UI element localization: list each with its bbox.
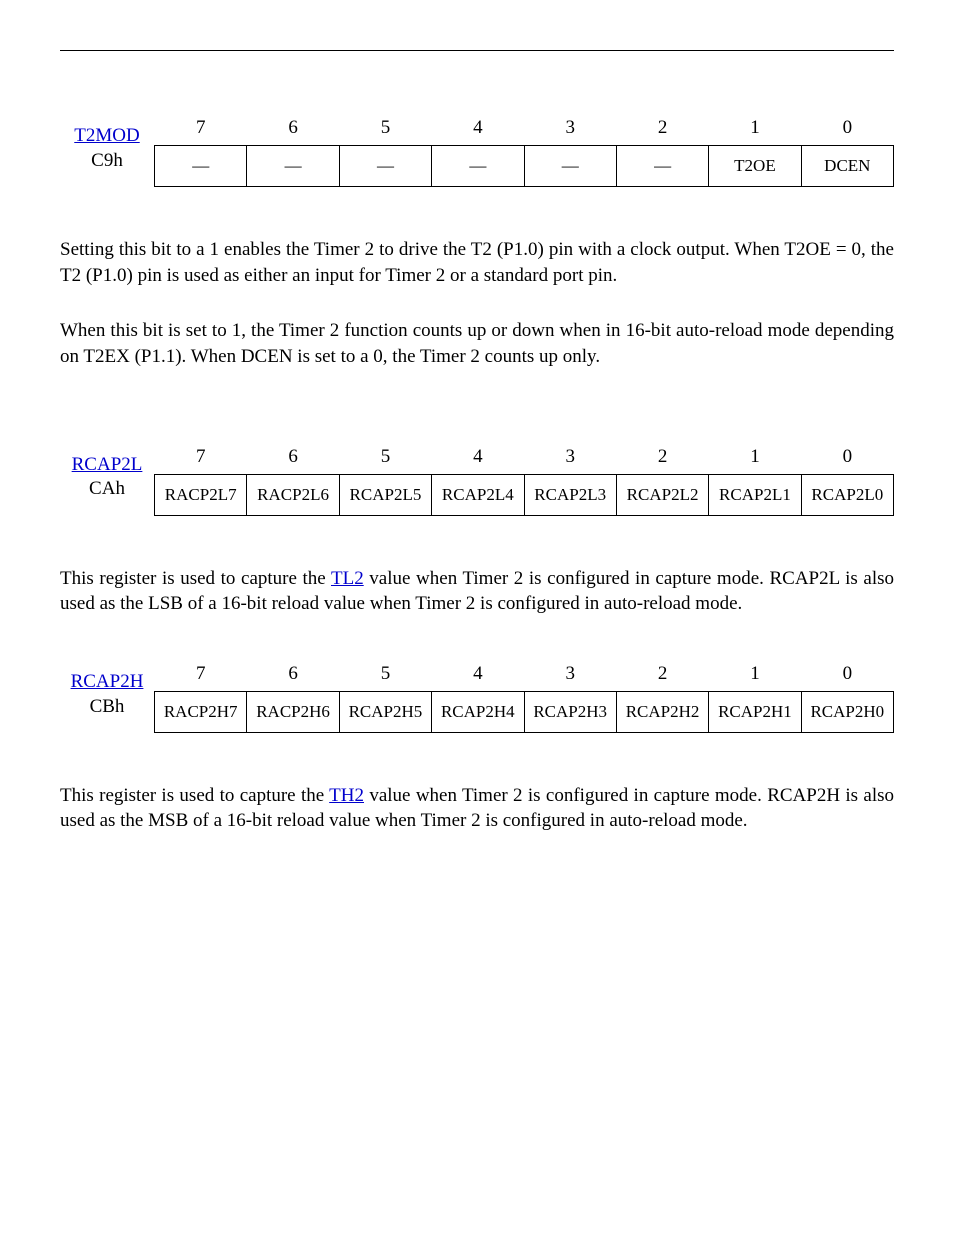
top-rule bbox=[60, 50, 894, 51]
bit-number: 3 bbox=[524, 657, 616, 692]
bit-cell: — bbox=[155, 146, 247, 187]
bit-number: 3 bbox=[524, 440, 616, 475]
register-table-t2mod: T2MOD C9h 7 6 5 4 3 2 1 0 — — — — — — T2… bbox=[60, 111, 894, 187]
bit-cell: RCAP2L4 bbox=[432, 474, 524, 515]
link-th2[interactable]: TH2 bbox=[329, 785, 364, 806]
bit-number: 3 bbox=[524, 111, 616, 146]
link-tl2[interactable]: TL2 bbox=[331, 568, 364, 589]
bit-cell: RACP2H7 bbox=[155, 691, 247, 732]
bit-number: 6 bbox=[247, 657, 339, 692]
bit-number: 1 bbox=[709, 111, 801, 146]
register-block-rcap2h: RCAP2H CBh 7 6 5 4 3 2 1 0 RACP2H7 RACP2… bbox=[60, 657, 894, 733]
bit-number: 4 bbox=[432, 440, 524, 475]
bit-number: 0 bbox=[801, 111, 893, 146]
desc-rcap2l: This register is used to capture the TL2… bbox=[60, 566, 894, 617]
register-link-rcap2h[interactable]: RCAP2H bbox=[71, 671, 144, 692]
register-link-t2mod[interactable]: T2MOD bbox=[74, 125, 139, 146]
bit-cell: RCAP2H3 bbox=[524, 691, 616, 732]
bit-cell: RCAP2L1 bbox=[709, 474, 801, 515]
bit-number: 2 bbox=[616, 111, 708, 146]
bit-number: 0 bbox=[801, 657, 893, 692]
register-label-cell: RCAP2L CAh bbox=[60, 440, 155, 516]
bit-number: 5 bbox=[339, 657, 431, 692]
bit-cell: RCAP2L0 bbox=[801, 474, 893, 515]
bit-number: 2 bbox=[616, 657, 708, 692]
bit-cell: RCAP2L3 bbox=[524, 474, 616, 515]
bit-cell: — bbox=[247, 146, 339, 187]
register-table-rcap2l: RCAP2L CAh 7 6 5 4 3 2 1 0 RACP2L7 RACP2… bbox=[60, 440, 894, 516]
bit-cell: RCAP2H0 bbox=[801, 691, 893, 732]
desc-rcap2h: This register is used to capture the TH2… bbox=[60, 783, 894, 834]
bit-cell: RCAP2L5 bbox=[339, 474, 431, 515]
bit-number: 4 bbox=[432, 111, 524, 146]
bit-number: 6 bbox=[247, 440, 339, 475]
bit-cell: RACP2L7 bbox=[155, 474, 247, 515]
bit-number: 2 bbox=[616, 440, 708, 475]
bit-cell: RCAP2H5 bbox=[339, 691, 431, 732]
bit-cell: — bbox=[339, 146, 431, 187]
bit-cell: DCEN bbox=[801, 146, 893, 187]
bit-cell: — bbox=[616, 146, 708, 187]
desc-text: This register is used to capture the bbox=[60, 785, 329, 806]
bit-cell: RCAP2H4 bbox=[432, 691, 524, 732]
bit-number: 5 bbox=[339, 440, 431, 475]
bit-number: 5 bbox=[339, 111, 431, 146]
register-table-rcap2h: RCAP2H CBh 7 6 5 4 3 2 1 0 RACP2H7 RACP2… bbox=[60, 657, 894, 733]
bit-number: 7 bbox=[155, 440, 247, 475]
bit-number: 4 bbox=[432, 657, 524, 692]
bit-number: 7 bbox=[155, 111, 247, 146]
register-label-cell: RCAP2H CBh bbox=[60, 657, 155, 733]
bit-cell: — bbox=[432, 146, 524, 187]
register-block-rcap2l: RCAP2L CAh 7 6 5 4 3 2 1 0 RACP2L7 RACP2… bbox=[60, 440, 894, 516]
register-link-rcap2l[interactable]: RCAP2L bbox=[72, 454, 143, 475]
bit-cell: — bbox=[524, 146, 616, 187]
bit-cell: RCAP2H1 bbox=[709, 691, 801, 732]
bit-cell: RACP2H6 bbox=[247, 691, 339, 732]
bit-number: 1 bbox=[709, 440, 801, 475]
register-label-cell: T2MOD C9h bbox=[60, 111, 155, 187]
bit-cell: RACP2L6 bbox=[247, 474, 339, 515]
bit-number: 1 bbox=[709, 657, 801, 692]
register-addr: CBh bbox=[90, 696, 125, 717]
register-addr: CAh bbox=[89, 478, 125, 499]
register-block-t2mod: T2MOD C9h 7 6 5 4 3 2 1 0 — — — — — — T2… bbox=[60, 111, 894, 187]
desc-t2oe: Setting this bit to a 1 enables the Time… bbox=[60, 237, 894, 288]
bit-number: 7 bbox=[155, 657, 247, 692]
desc-dcen: When this bit is set to 1, the Timer 2 f… bbox=[60, 318, 894, 369]
bit-number: 0 bbox=[801, 440, 893, 475]
bit-cell: T2OE bbox=[709, 146, 801, 187]
bit-number: 6 bbox=[247, 111, 339, 146]
bit-cell: RCAP2H2 bbox=[616, 691, 708, 732]
bit-cell: RCAP2L2 bbox=[616, 474, 708, 515]
desc-text: This register is used to capture the bbox=[60, 568, 331, 589]
register-addr: C9h bbox=[91, 150, 123, 171]
